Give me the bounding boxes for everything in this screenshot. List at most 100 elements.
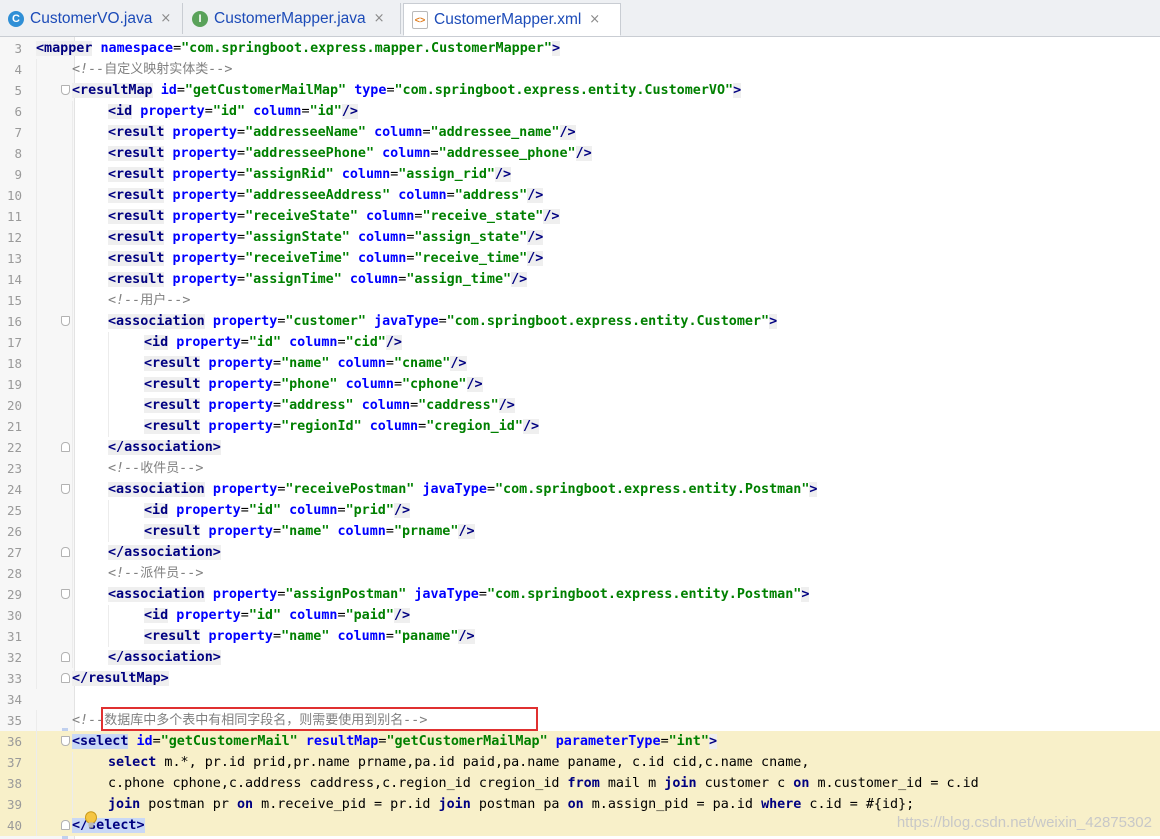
indent-guide: [36, 332, 37, 353]
fold-expand-icon[interactable]: [61, 316, 70, 326]
code-line[interactable]: 22 </association>: [0, 437, 1160, 458]
code-token: >: [551, 41, 561, 56]
code-line[interactable]: 30 <id property="id" column="paid"/>: [0, 605, 1160, 626]
code-line[interactable]: 19 <result property="phone" column="cphon…: [0, 374, 1160, 395]
tab-customermapper-java[interactable]: I CustomerMapper.java ×: [184, 3, 401, 34]
code-token: =: [237, 230, 246, 245]
code-token: customer c: [696, 776, 794, 791]
code-line[interactable]: 24 <association property = "receivePostman"…: [0, 479, 1160, 500]
indent-guide: [36, 290, 37, 311]
code-text: <result property="name" column="prname"/…: [144, 521, 475, 542]
code-line[interactable]: 9 <result property="assignRid" column="as…: [0, 164, 1160, 185]
fold-collapse-icon[interactable]: [61, 652, 70, 662]
code-line[interactable]: 7 <result property="addresseeName" column…: [0, 122, 1160, 143]
line-number: 16: [6, 314, 22, 329]
code-line[interactable]: 15 <!--用户-->: [0, 290, 1160, 311]
code-line[interactable]: 12 <result property="assignState" column=…: [0, 227, 1160, 248]
code-text: <result property="addresseeName" column=…: [108, 122, 576, 143]
line-number: 5: [14, 83, 22, 98]
code-line[interactable]: 8 <result property="addresseePhone" colum…: [0, 143, 1160, 164]
code-line[interactable]: 5 <resultMap id="getCustomerMailMap" type…: [0, 80, 1160, 101]
code-line[interactable]: 28 <!--派件员-->: [0, 563, 1160, 584]
code-token: =: [237, 209, 246, 224]
code-text: </resultMap>: [72, 668, 169, 689]
code-line[interactable]: 3 <mapper namespace="com.springboot.expre…: [0, 38, 1160, 59]
code-token: javaType: [422, 482, 487, 497]
code-line[interactable]: 31 <result property="name" column="paname…: [0, 626, 1160, 647]
line-number: 33: [6, 671, 22, 686]
code-token: />: [527, 251, 544, 266]
code-line[interactable]: 10 <result property="addresseeAddress" co…: [0, 185, 1160, 206]
indent-guide: [72, 500, 73, 521]
code-line[interactable]: 17 <id property="id" column="cid"/>: [0, 332, 1160, 353]
line-number: 31: [6, 629, 22, 644]
code-line[interactable]: 32 </association>: [0, 647, 1160, 668]
code-editor[interactable]: 3 <mapper namespace="com.springboot.expre…: [0, 37, 1160, 839]
code-line[interactable]: 13 <result property="receiveTime" column=…: [0, 248, 1160, 269]
code-text: <result property="assignState" column="a…: [108, 227, 544, 248]
code-line[interactable]: 39 join postman pr on m.receive_pid = pr.…: [0, 794, 1160, 815]
fold-collapse-icon[interactable]: [61, 547, 70, 557]
fold-collapse-icon[interactable]: [61, 673, 70, 683]
code-token: property: [176, 608, 241, 623]
code-line[interactable]: 27 </association>: [0, 542, 1160, 563]
code-token: </resultMap>: [72, 671, 169, 686]
close-tab-icon[interactable]: ×: [160, 11, 171, 26]
indent-guide: [72, 290, 73, 311]
code-token: "receive_state": [422, 209, 544, 224]
code-token: property: [212, 587, 278, 602]
code-line[interactable]: 38 c.phone cphone,c.address caddress,c.re…: [0, 773, 1160, 794]
indent-guide: [108, 332, 109, 353]
code-token: "assignRid": [245, 167, 334, 182]
code-line[interactable]: 6 <id property="id" column="id"/>: [0, 101, 1160, 122]
code-line[interactable]: 26 <result property="name" column="prname…: [0, 521, 1160, 542]
indent-guide: [72, 584, 73, 605]
code-token: column: [337, 356, 386, 371]
code-line[interactable]: 25 <id property="id" column="prid"/>: [0, 500, 1160, 521]
code-line[interactable]: 37 select m.*, pr.id prid,pr.name prname,…: [0, 752, 1160, 773]
line-number: 10: [6, 188, 22, 203]
code-line[interactable]: 11 <result property="receiveState" column…: [0, 206, 1160, 227]
code-line[interactable]: 21 <result property="regionId" column="cr…: [0, 416, 1160, 437]
tab-customermapper-xml[interactable]: <> CustomerMapper.xml ×: [403, 3, 621, 36]
indent-guide: [36, 815, 37, 836]
code-line[interactable]: 23 <!--收件员-->: [0, 458, 1160, 479]
code-token: =: [237, 167, 246, 182]
code-line[interactable]: 33 </resultMap>: [0, 668, 1160, 689]
code-text: <select id="getCustomerMail" resultMap="…: [72, 731, 717, 752]
line-number: 13: [6, 251, 22, 266]
code-line[interactable]: 14 <result property="assignTime" column="…: [0, 269, 1160, 290]
code-text: <association property = "receivePostman" j…: [108, 479, 818, 500]
code-line[interactable]: 29 <association property = "assignPostman" …: [0, 584, 1160, 605]
tab-label: CustomerVO.java: [30, 9, 153, 27]
close-tab-icon[interactable]: ×: [589, 12, 600, 27]
indent-guide: [72, 647, 73, 668]
lightbulb-icon[interactable]: [84, 811, 98, 829]
fold-collapse-icon[interactable]: [61, 442, 70, 452]
indent-guide: [108, 500, 109, 521]
code-token: >: [733, 83, 742, 98]
code-token: from: [567, 776, 600, 791]
code-token: >: [801, 587, 810, 602]
code-token: column: [289, 503, 338, 518]
fold-expand-icon[interactable]: [61, 484, 70, 494]
fold-expand-icon[interactable]: [61, 589, 70, 599]
close-tab-icon[interactable]: ×: [374, 11, 385, 26]
code-text: <result property="assignTime" column="as…: [108, 269, 528, 290]
fold-expand-icon[interactable]: [61, 736, 70, 746]
code-line[interactable]: 20 <result property="address" column="cad…: [0, 395, 1160, 416]
fold-collapse-icon[interactable]: [61, 820, 70, 830]
code-token: "name": [281, 524, 330, 539]
tab-customervo-java[interactable]: C CustomerVO.java ×: [0, 3, 183, 34]
code-line[interactable]: 4 <!--自定义映射实体类-->: [0, 59, 1160, 80]
indent-guide: [72, 752, 73, 773]
fold-expand-icon[interactable]: [61, 85, 70, 95]
code-line[interactable]: 18 <result property="name" column="cname"…: [0, 353, 1160, 374]
code-line[interactable]: 16 <association property = "customer" javaT…: [0, 311, 1160, 332]
indent-guide: [36, 479, 37, 500]
code-line[interactable]: 36 <select id="getCustomerMail" resultMap…: [0, 731, 1160, 752]
